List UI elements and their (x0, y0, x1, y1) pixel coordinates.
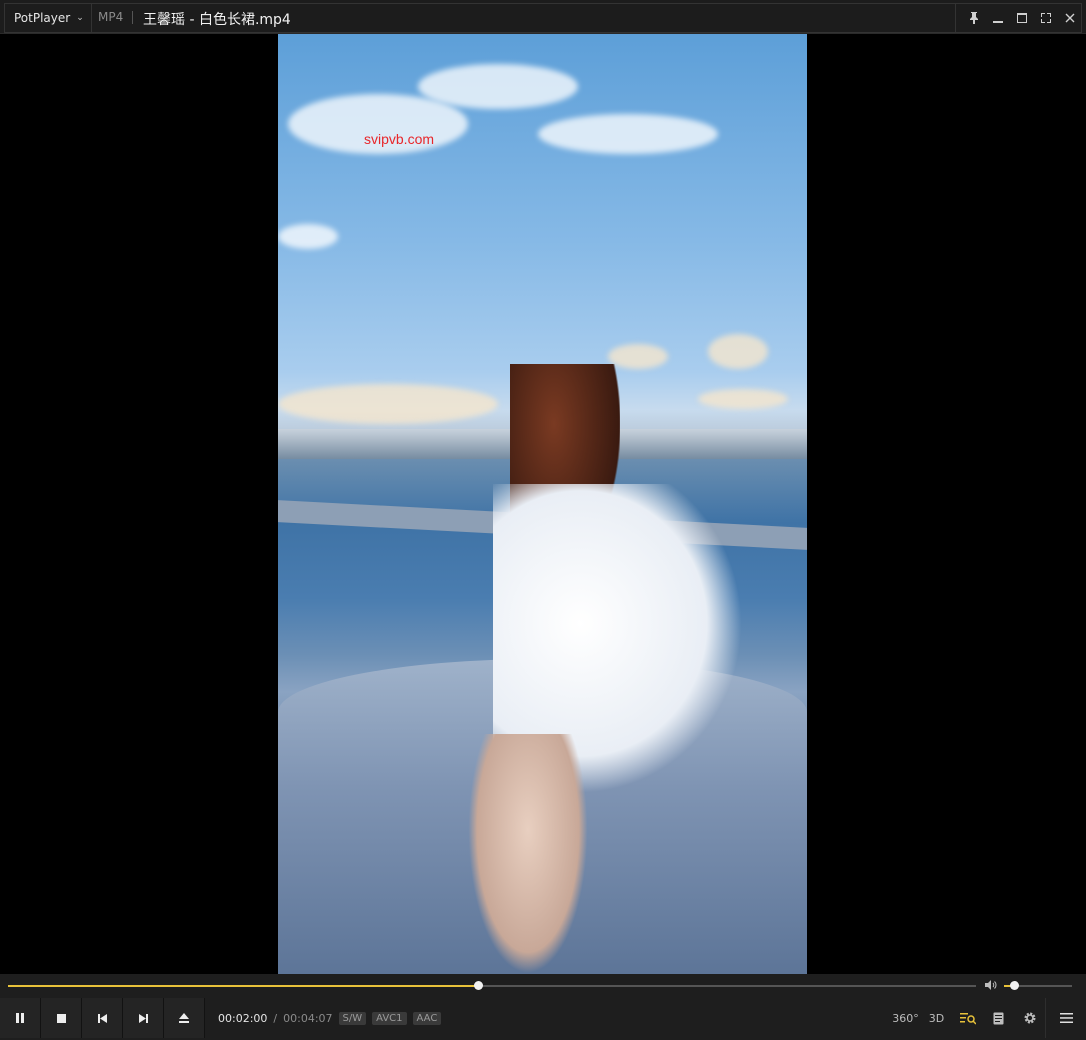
settings-button[interactable] (1014, 998, 1045, 1038)
playlist-search-button[interactable] (952, 998, 983, 1038)
watermark-text: svipvb.com (364, 131, 435, 147)
title-bar: PotPlayer ⌄ MP4 王馨瑶 - 白色长裙.mp4 (0, 0, 1086, 34)
previous-icon (97, 1013, 107, 1023)
volume-slider[interactable] (1004, 981, 1072, 990)
time-display: 00:02:00 / 00:04:07 S/W AVC1 AAC (218, 1012, 442, 1025)
close-icon[interactable] (1058, 6, 1082, 30)
vr-360-label: 360° (892, 1011, 919, 1025)
audio-codec-badge[interactable]: AAC (412, 1012, 442, 1025)
chevron-down-icon: ⌄ (76, 13, 84, 23)
horizon-cloud (708, 334, 768, 369)
window-controls (955, 3, 1082, 33)
document-icon (993, 1012, 1004, 1024)
control-bar: 00:02:00 / 00:04:07 S/W AVC1 AAC 360° 3D (0, 974, 1086, 1040)
current-time: 00:02:00 (218, 1012, 268, 1025)
volume-handle[interactable] (1010, 981, 1020, 990)
sky-cloud (538, 114, 718, 154)
next-button[interactable] (123, 998, 164, 1038)
playback-buttons (0, 998, 205, 1038)
pin-icon[interactable] (962, 6, 986, 30)
previous-button[interactable] (82, 998, 123, 1038)
hamburger-icon (1059, 1013, 1073, 1023)
time-separator: / (273, 1012, 278, 1025)
pause-button[interactable] (0, 998, 41, 1038)
decoder-badge[interactable]: S/W (338, 1012, 367, 1025)
app-name: PotPlayer (14, 11, 71, 25)
right-controls: 360° 3D (890, 998, 1086, 1038)
playlist-search-icon (959, 1012, 976, 1025)
total-time: 00:04:07 (283, 1012, 333, 1025)
video-frame[interactable]: svipvb.com (278, 34, 807, 974)
gear-icon (1024, 1012, 1035, 1024)
format-label: MP4 (98, 10, 124, 24)
seek-bar-fill (8, 985, 479, 987)
sky-cloud (278, 224, 338, 249)
vr-360-button[interactable]: 360° (890, 998, 921, 1038)
speaker-icon[interactable] (985, 979, 997, 993)
3d-label: 3D (928, 1011, 945, 1025)
window-title: 王馨瑶 - 白色长裙.mp4 (143, 12, 291, 28)
pause-icon (16, 1013, 24, 1023)
seek-bar[interactable] (8, 981, 976, 990)
figure-legs (468, 734, 588, 974)
eject-icon (179, 1013, 189, 1023)
seek-handle[interactable] (474, 981, 484, 990)
horizon-cloud (698, 389, 788, 409)
sky-cloud (418, 64, 578, 109)
stop-icon (56, 1013, 66, 1023)
maximize-icon[interactable] (1010, 6, 1034, 30)
fullscreen-icon[interactable] (1034, 6, 1058, 30)
horizon-cloud (278, 384, 498, 424)
video-codec-badge[interactable]: AVC1 (372, 1012, 407, 1025)
minimize-icon[interactable] (986, 6, 1010, 30)
3d-button[interactable]: 3D (921, 998, 952, 1038)
app-menu-button[interactable]: PotPlayer ⌄ (4, 3, 92, 33)
subtitle-button[interactable] (983, 998, 1014, 1038)
next-icon (138, 1013, 148, 1023)
main-menu-button[interactable] (1045, 998, 1086, 1038)
eject-button[interactable] (164, 998, 205, 1038)
stop-button[interactable] (41, 998, 82, 1038)
title-separator (132, 11, 133, 24)
